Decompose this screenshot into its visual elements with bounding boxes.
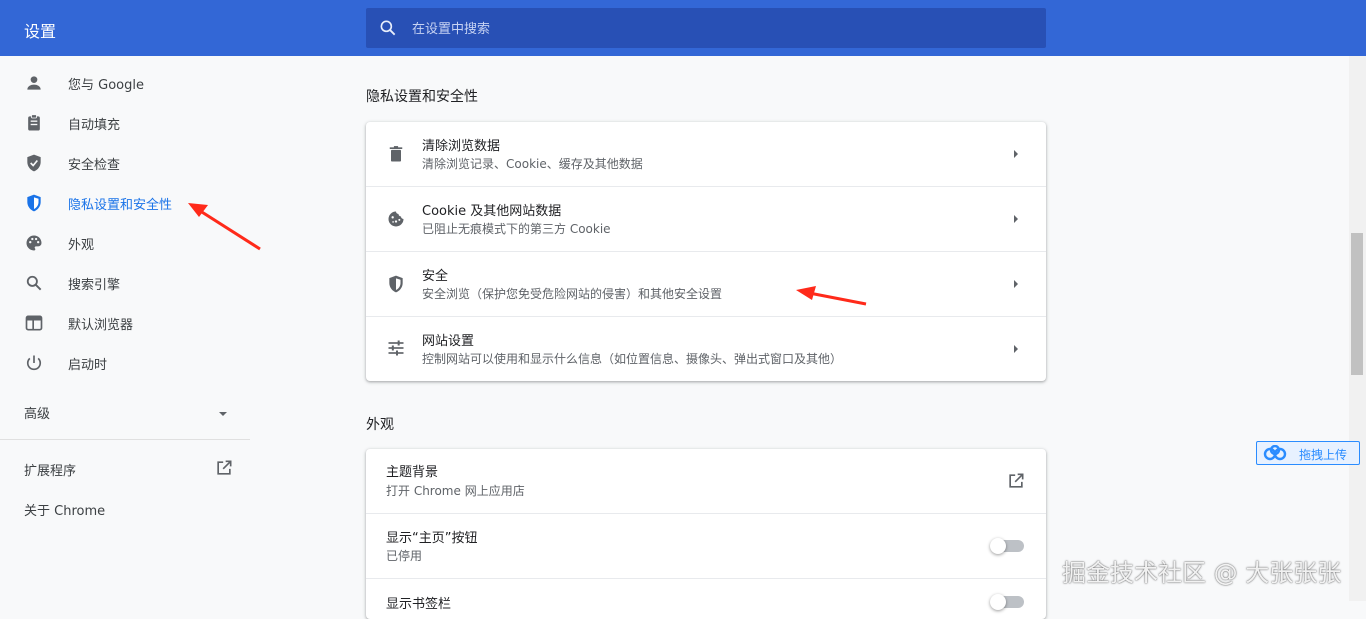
caret-down-icon[interactable] xyxy=(216,407,230,421)
row-security[interactable]: 安全 安全浏览（保护您免受危险网站的侵害）和其他安全设置 xyxy=(366,252,1046,317)
toggle-knob xyxy=(990,538,1006,554)
row-home-button[interactable]: 显示“主页”按钮 已停用 xyxy=(366,514,1046,578)
row-subtitle: 已停用 xyxy=(386,549,423,563)
shield-check-icon xyxy=(27,154,41,172)
sidebar-item-label: 外观 xyxy=(68,238,95,253)
clipboard-icon xyxy=(28,114,40,131)
drag-upload-widget[interactable]: 拖拽上传 xyxy=(1256,441,1360,465)
palette-icon xyxy=(26,235,42,251)
sidebar-item-default-browser[interactable]: 默认浏览器 xyxy=(0,303,250,343)
privacy-card: 清除浏览数据 清除浏览记录、Cookie、缓存及其他数据 Cookie 及其他网… xyxy=(366,122,1046,381)
search-input[interactable] xyxy=(410,8,1034,50)
row-theme[interactable]: 主题背景 打开 Chrome 网上应用店 xyxy=(366,449,1046,513)
trash-icon xyxy=(389,146,403,162)
watermark: 掘金技术社区 @ 大张张张 xyxy=(1062,559,1342,587)
section-title-appearance: 外观 xyxy=(366,417,394,433)
row-title: 显示“主页”按钮 xyxy=(386,531,478,546)
arrow-right-icon xyxy=(1014,345,1018,353)
sidebar-item-safety-check[interactable]: 安全检查 xyxy=(0,143,250,183)
sidebar: 您与 Google 自动填充 安全检查 隐私设置和安全性 外观 搜索引擎 默认浏… xyxy=(0,56,250,601)
row-title: 显示书签栏 xyxy=(386,597,452,612)
sidebar-item-label: 您与 Google xyxy=(68,78,144,93)
toggle-knob xyxy=(990,594,1006,610)
power-icon xyxy=(26,355,42,371)
row-title: 清除浏览数据 xyxy=(422,139,501,154)
page-title: 设置 xyxy=(24,22,57,41)
open-in-new-icon[interactable] xyxy=(214,458,234,478)
shield-half-icon xyxy=(27,194,41,212)
arrow-right-icon xyxy=(1014,215,1018,223)
top-header: 设置 xyxy=(0,0,1366,56)
sidebar-item-label: 安全检查 xyxy=(68,158,121,173)
sidebar-item-label: 搜索引擎 xyxy=(68,278,121,293)
annotation-arrow-security xyxy=(796,286,867,306)
row-title: 网站设置 xyxy=(422,334,475,349)
sidebar-item-label: 默认浏览器 xyxy=(68,318,134,333)
search-icon xyxy=(380,20,396,36)
appearance-card: 主题背景 打开 Chrome 网上应用店 显示“主页”按钮 已停用 显示书签栏 xyxy=(366,449,1046,619)
cloud-icon xyxy=(1263,445,1287,461)
sidebar-item-search-engine[interactable]: 搜索引擎 xyxy=(0,263,250,303)
row-cookies[interactable]: Cookie 及其他网站数据 已阻止无痕模式下的第三方 Cookie xyxy=(366,187,1046,252)
sidebar-item-label: 启动时 xyxy=(68,358,108,373)
sliders-icon xyxy=(388,340,404,356)
row-title: 安全 xyxy=(422,269,449,284)
sidebar-item-autofill[interactable]: 自动填充 xyxy=(0,103,250,143)
row-subtitle: 打开 Chrome 网上应用店 xyxy=(386,484,525,498)
sidebar-item-label: 隐私设置和安全性 xyxy=(68,198,173,213)
sidebar-item-on-startup[interactable]: 启动时 xyxy=(0,343,250,383)
row-bookmarks-bar[interactable]: 显示书签栏 xyxy=(366,579,1046,619)
extensions-link[interactable]: 扩展程序 xyxy=(24,460,76,479)
advanced-toggle[interactable]: 高级 xyxy=(24,403,50,422)
arrow-right-icon xyxy=(1014,150,1018,158)
row-subtitle: 清除浏览记录、Cookie、缓存及其他数据 xyxy=(422,157,643,171)
sidebar-item-label: 自动填充 xyxy=(68,118,121,133)
shield-half-icon xyxy=(389,275,403,293)
row-subtitle: 安全浏览（保护您免受危险网站的侵害）和其他安全设置 xyxy=(422,287,723,301)
browser-window-icon xyxy=(25,315,43,331)
scrollbar-thumb[interactable] xyxy=(1351,233,1363,375)
row-clear-browsing-data[interactable]: 清除浏览数据 清除浏览记录、Cookie、缓存及其他数据 xyxy=(366,122,1046,187)
arrow-right-icon xyxy=(1014,280,1018,288)
search-box[interactable] xyxy=(366,8,1046,50)
person-icon xyxy=(27,76,41,90)
sidebar-divider xyxy=(0,439,250,440)
search-icon xyxy=(26,275,42,291)
row-subtitle: 已阻止无痕模式下的第三方 Cookie xyxy=(422,222,611,236)
row-title: 主题背景 xyxy=(386,465,439,480)
cookie-icon xyxy=(388,211,404,227)
row-subtitle: 控制网站可以使用和显示什么信息（如位置信息、摄像头、弹出式窗口及其他） xyxy=(422,352,843,366)
sidebar-item-you-and-google[interactable]: 您与 Google xyxy=(0,63,250,103)
section-title-privacy: 隐私设置和安全性 xyxy=(366,89,478,105)
about-chrome-link[interactable]: 关于 Chrome xyxy=(24,500,105,519)
row-title: Cookie 及其他网站数据 xyxy=(422,204,562,219)
annotation-arrow-sidebar xyxy=(188,203,261,251)
open-in-new-icon[interactable] xyxy=(1006,471,1026,491)
upload-label: 拖拽上传 xyxy=(1299,448,1348,462)
row-site-settings[interactable]: 网站设置 控制网站可以使用和显示什么信息（如位置信息、摄像头、弹出式窗口及其他） xyxy=(366,317,1046,381)
